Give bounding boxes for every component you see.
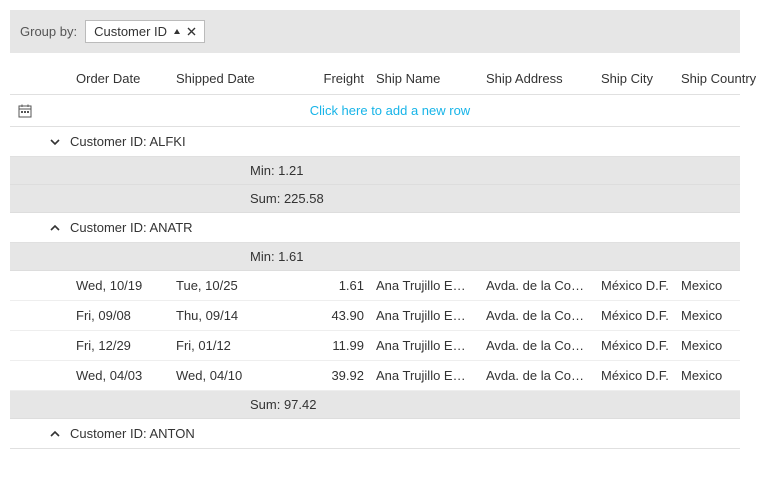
data-grid: Group by: Customer ID Order Date Shipped… xyxy=(10,10,740,449)
cell-shipped-date: Wed, 04/10 xyxy=(170,361,280,390)
group-summary-min-alfki: Min: 1.21 xyxy=(10,157,740,185)
group-by-label: Group by: xyxy=(20,24,77,39)
cell-ship-country: Mexico xyxy=(675,271,760,300)
cell-freight: 1.61 xyxy=(280,271,370,300)
new-row-prompt[interactable]: Click here to add a new row xyxy=(40,95,740,126)
group-caption: Customer ID: ANATR xyxy=(70,220,193,235)
chevron-up-icon[interactable] xyxy=(40,222,70,234)
calendar-icon xyxy=(10,98,40,124)
group-by-panel: Group by: Customer ID xyxy=(10,10,740,53)
group-summary-sum-alfki: Sum: 225.58 xyxy=(10,185,740,213)
group-summary-sum-anatr: Sum: 97.42 xyxy=(10,391,740,419)
cell-order-date: Fri, 09/08 xyxy=(70,301,170,330)
cell-ship-country: Mexico xyxy=(675,331,760,360)
cell-ship-city: México D.F. xyxy=(595,361,675,390)
cell-ship-address: Avda. de la Cons... xyxy=(480,331,595,360)
table-row[interactable]: Wed, 04/03 Wed, 04/10 39.92 Ana Trujillo… xyxy=(10,361,740,391)
cell-ship-name: Ana Trujillo Emp... xyxy=(370,331,480,360)
cell-ship-city: México D.F. xyxy=(595,301,675,330)
cell-order-date: Fri, 12/29 xyxy=(70,331,170,360)
close-icon[interactable] xyxy=(187,27,196,36)
cell-ship-name: Ana Trujillo Emp... xyxy=(370,361,480,390)
cell-shipped-date: Fri, 01/12 xyxy=(170,331,280,360)
cell-freight: 11.99 xyxy=(280,331,370,360)
column-header-ship-name[interactable]: Ship Name xyxy=(370,63,480,94)
cell-order-date: Wed, 04/03 xyxy=(70,361,170,390)
cell-order-date: Wed, 10/19 xyxy=(70,271,170,300)
summary-sum-label: Sum: 225.58 xyxy=(10,191,324,206)
cell-ship-city: México D.F. xyxy=(595,271,675,300)
group-chip-customer-id[interactable]: Customer ID xyxy=(85,20,205,43)
row-indicator-header xyxy=(10,63,40,94)
sort-ascending-icon[interactable] xyxy=(173,28,181,36)
table-row[interactable]: Fri, 12/29 Fri, 01/12 11.99 Ana Trujillo… xyxy=(10,331,740,361)
cell-ship-city: México D.F. xyxy=(595,331,675,360)
cell-ship-address: Avda. de la Cons... xyxy=(480,271,595,300)
summary-min-label: Min: 1.21 xyxy=(10,163,303,178)
group-caption: Customer ID: ALFKI xyxy=(70,134,186,149)
table-row[interactable]: Wed, 10/19 Tue, 10/25 1.61 Ana Trujillo … xyxy=(10,271,740,301)
column-header-ship-address[interactable]: Ship Address xyxy=(480,63,595,94)
group-row-alfki[interactable]: Customer ID: ALFKI xyxy=(10,127,740,157)
column-header-ship-city[interactable]: Ship City xyxy=(595,63,675,94)
group-row-anatr[interactable]: Customer ID: ANATR xyxy=(10,213,740,243)
new-row[interactable]: Click here to add a new row xyxy=(10,95,740,127)
summary-sum-label: Sum: 97.42 xyxy=(10,397,317,412)
cell-ship-name: Ana Trujillo Emp... xyxy=(370,271,480,300)
group-caption: Customer ID: ANTON xyxy=(70,426,195,441)
cell-ship-country: Mexico xyxy=(675,361,760,390)
summary-min-label: Min: 1.61 xyxy=(10,249,303,264)
chevron-up-icon[interactable] xyxy=(40,428,70,440)
column-header-ship-country[interactable]: Ship Country xyxy=(675,63,762,94)
cell-shipped-date: Thu, 09/14 xyxy=(170,301,280,330)
group-gutter-header xyxy=(40,63,70,94)
cell-ship-name: Ana Trujillo Emp... xyxy=(370,301,480,330)
cell-freight: 43.90 xyxy=(280,301,370,330)
column-header-shipped-date[interactable]: Shipped Date xyxy=(170,63,280,94)
column-header-row: Order Date Shipped Date Freight Ship Nam… xyxy=(10,63,740,95)
cell-ship-address: Avda. de la Cons... xyxy=(480,301,595,330)
group-chip-text: Customer ID xyxy=(94,24,167,39)
table-row[interactable]: Fri, 09/08 Thu, 09/14 43.90 Ana Trujillo… xyxy=(10,301,740,331)
column-header-freight[interactable]: Freight xyxy=(280,63,370,94)
group-row-anton[interactable]: Customer ID: ANTON xyxy=(10,419,740,449)
cell-shipped-date: Tue, 10/25 xyxy=(170,271,280,300)
cell-ship-country: Mexico xyxy=(675,301,760,330)
column-header-order-date[interactable]: Order Date xyxy=(70,63,170,94)
cell-ship-address: Avda. de la Cons... xyxy=(480,361,595,390)
cell-freight: 39.92 xyxy=(280,361,370,390)
chevron-down-icon[interactable] xyxy=(40,136,70,148)
group-summary-min-anatr: Min: 1.61 xyxy=(10,243,740,271)
